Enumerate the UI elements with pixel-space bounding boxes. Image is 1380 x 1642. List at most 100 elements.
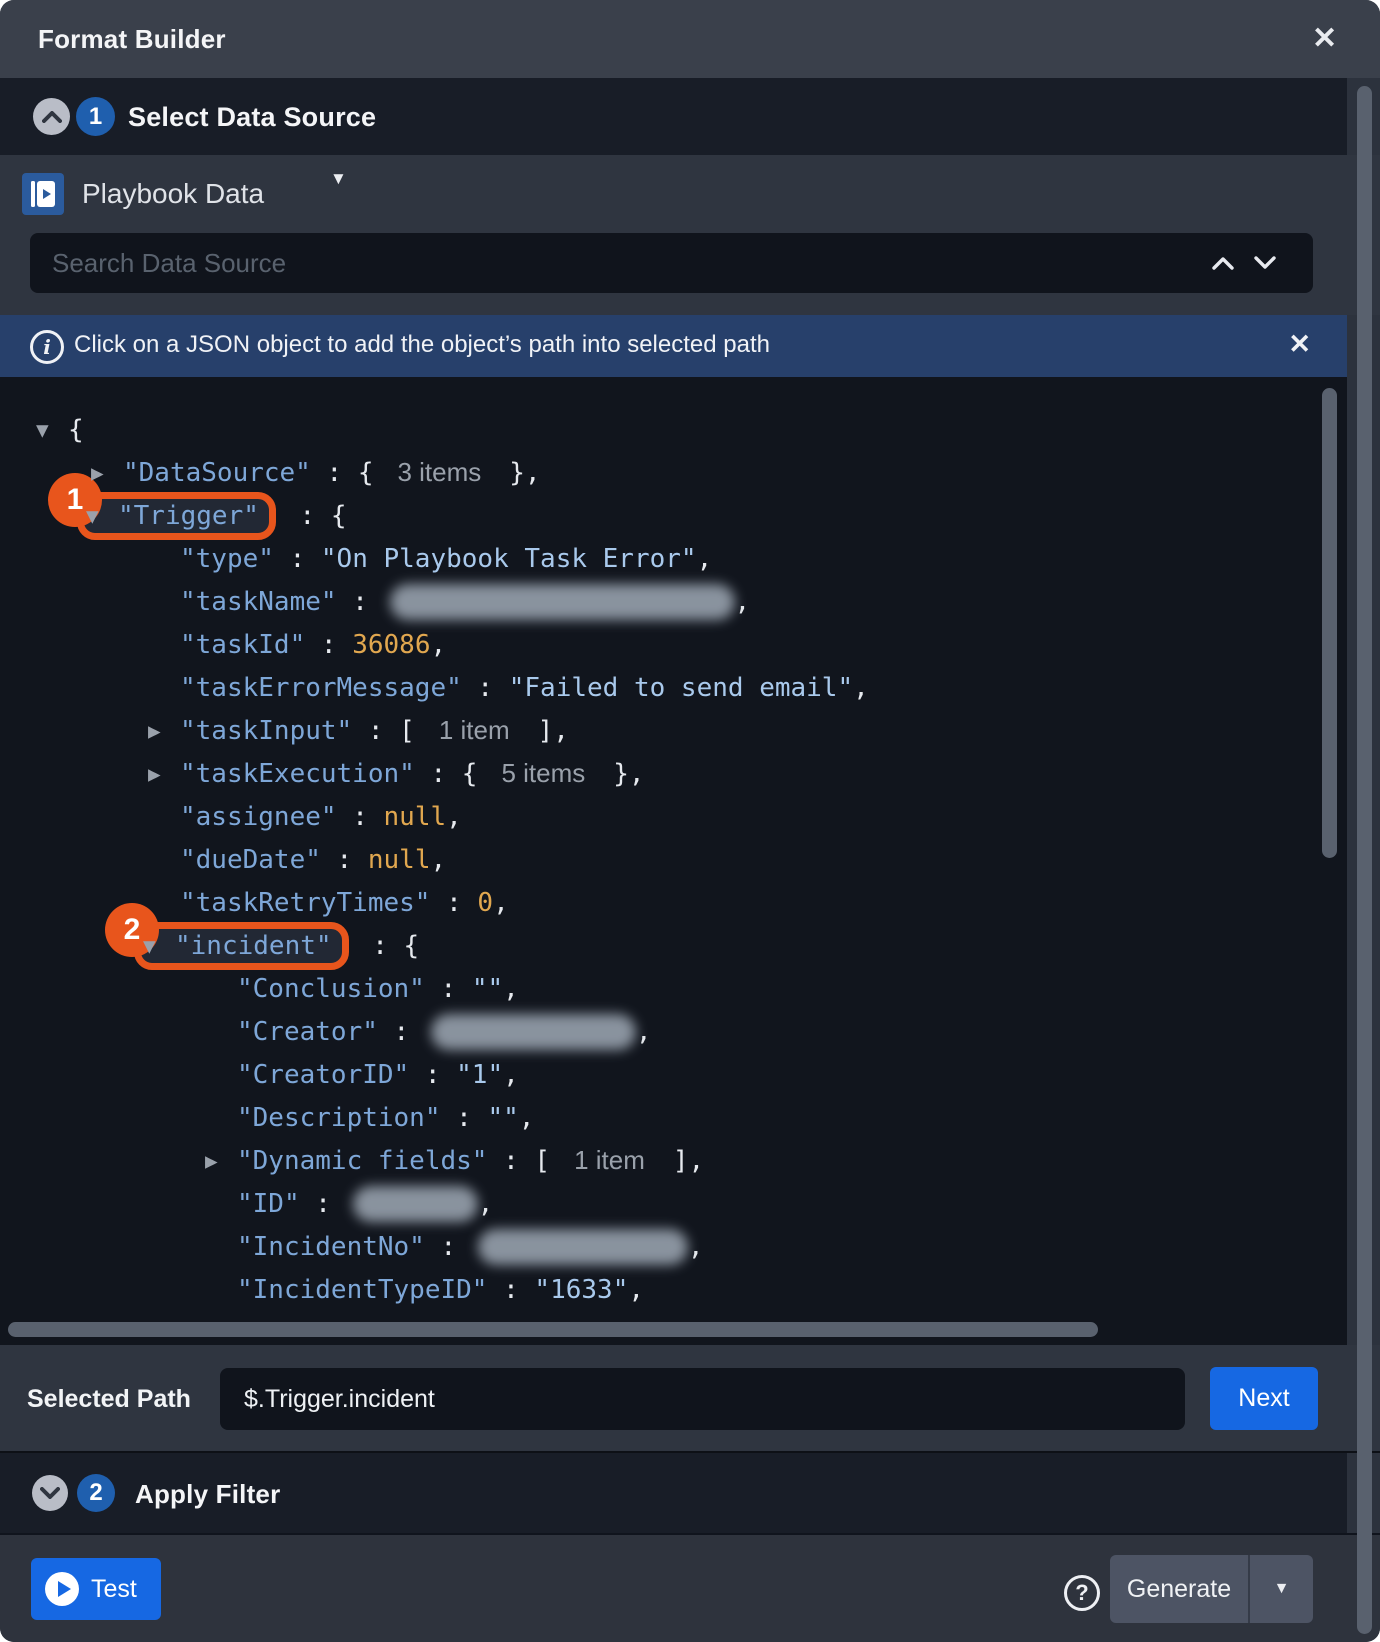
search-box [30,233,1313,293]
horizontal-scrollbar[interactable] [8,1322,1098,1337]
title-bar: Format Builder ✕ [0,0,1380,78]
selected-path-input[interactable] [220,1368,1185,1430]
json-line-Dynamic fields[interactable]: ▶"Dynamic fields" : [1 item], [0,1139,1347,1182]
section-2-title: Apply Filter [135,1479,280,1510]
json-key: "taskId" [180,630,305,660]
generate-button[interactable]: Generate [1110,1555,1248,1623]
chevron-down-icon[interactable] [1253,256,1277,270]
section-select-data-source-header: 1 Select Data Source [0,78,1347,155]
redacted-value [353,1186,478,1222]
footer-bar: Test ? Generate ▼ [0,1533,1380,1642]
expand-triangle-icon[interactable]: ▶ [148,719,180,743]
json-key: "IncidentTypeID" [237,1275,487,1305]
json-value: "1633" [534,1275,628,1305]
json-line-taskInput[interactable]: ▶"taskInput" : [1 item], [0,709,1347,752]
test-button[interactable]: Test [31,1558,161,1620]
json-value: "1" [456,1060,503,1090]
json-key: "assignee" [180,802,337,832]
json-line-taskId[interactable]: "taskId" : 36086, [0,623,1347,666]
json-line-ID[interactable]: "ID" : , [0,1182,1347,1225]
json-tree-panel: ▼{▶"DataSource" : {3 items},1▼"Trigger" … [0,377,1347,1345]
json-key: "taskExecution" [180,759,415,789]
json-vertical-scrollbar[interactable] [1322,388,1337,858]
json-key: "Dynamic fields" [237,1146,487,1176]
json-value: "On Playbook Task Error" [321,544,697,574]
collapse-triangle-icon[interactable]: ▼ [86,504,118,528]
chevron-up-icon[interactable] [1211,256,1235,270]
collapse-triangle-icon[interactable]: ▼ [143,934,175,958]
json-line-CreatorID[interactable]: "CreatorID" : "1", [0,1053,1347,1096]
collapsed-count-label: 5 items [501,758,585,789]
collapse-triangle-icon[interactable]: ▼ [36,418,68,442]
json-line-taskName[interactable]: "taskName" : , [0,580,1347,623]
section-apply-filter-header: 2 Apply Filter [0,1453,1347,1533]
json-line-assignee[interactable]: "assignee" : null, [0,795,1347,838]
annotation-highlight-ring: 2▼"incident" [134,922,349,970]
json-value: null [368,845,431,875]
json-key: "dueDate" [180,845,321,875]
json-line-Conclusion[interactable]: "Conclusion" : "", [0,967,1347,1010]
step-2-badge: 2 [77,1474,115,1512]
info-banner-text: Click on a JSON object to add the object… [74,331,770,359]
play-icon [45,1572,79,1606]
chevron-up-icon [42,111,62,123]
banner-close-icon[interactable]: ✕ [1288,329,1311,360]
json-key: "Trigger" [118,501,259,531]
json-line-taskExecution[interactable]: ▶"taskExecution" : {5 items}, [0,752,1347,795]
json-key: "taskInput" [180,716,352,746]
json-line-IncidentTypeID[interactable]: "IncidentTypeID" : "1633", [0,1268,1347,1311]
dialog-title: Format Builder [38,24,226,55]
playbook-icon [22,173,64,215]
json-key: "Conclusion" [237,974,425,1004]
section-select-data-source-content: Playbook Data ▼ [0,155,1380,315]
close-icon[interactable]: ✕ [1312,22,1337,56]
collapsed-count-label: 3 items [397,457,481,488]
json-line-type[interactable]: "type" : "On Playbook Task Error", [0,537,1347,580]
json-value: "" [472,974,503,1004]
annotation-highlight-ring: 1▼"Trigger" [77,492,276,540]
json-line-DataSource[interactable]: ▶"DataSource" : {3 items}, [0,451,1347,494]
json-key: "DataSource" [123,458,311,488]
json-value: 0 [477,888,493,918]
expand-triangle-icon[interactable]: ▶ [148,762,180,786]
step-1-badge: 1 [76,97,115,136]
json-line-taskRetryTimes[interactable]: "taskRetryTimes" : 0, [0,881,1347,924]
json-key: "IncidentNo" [237,1232,425,1262]
redacted-value [390,584,735,620]
json-lines: ▼{▶"DataSource" : {3 items},1▼"Trigger" … [0,377,1347,1311]
section-1-title: Select Data Source [128,102,376,133]
json-key: "type" [180,544,274,574]
json-line-IncidentNo[interactable]: "IncidentNo" : , [0,1225,1347,1268]
dropdown-caret-icon[interactable]: ▼ [330,169,347,189]
json-line-Creator[interactable]: "Creator" : , [0,1010,1347,1053]
help-icon[interactable]: ? [1064,1575,1100,1611]
json-key: "taskRetryTimes" [180,888,430,918]
test-button-label: Test [91,1575,137,1604]
json-line-root[interactable]: ▼{ [0,408,1347,451]
selected-path-label: Selected Path [27,1385,191,1414]
json-line-Trigger[interactable]: 1▼"Trigger" : { [0,494,1347,537]
expand-triangle-icon[interactable]: ▶ [205,1149,237,1173]
generate-button-group: Generate ▼ [1110,1555,1313,1623]
redacted-value [431,1014,636,1050]
info-banner: i Click on a JSON object to add the obje… [0,315,1347,377]
json-line-incident[interactable]: 2▼"incident" : { [0,924,1347,967]
collapse-section-button[interactable] [33,98,70,135]
json-key: "taskErrorMessage" [180,673,462,703]
json-key: "taskName" [180,587,337,617]
generate-dropdown-icon[interactable]: ▼ [1250,1555,1313,1623]
json-key: "ID" [237,1189,300,1219]
data-source-dropdown[interactable]: Playbook Data [22,172,264,216]
json-line-taskErrorMessage[interactable]: "taskErrorMessage" : "Failed to send ema… [0,666,1347,709]
chevron-down-icon [40,1487,60,1499]
expand-section-button[interactable] [32,1475,68,1511]
json-key: "Description" [237,1103,441,1133]
expand-triangle-icon[interactable]: ▶ [91,461,123,485]
json-line-Description[interactable]: "Description" : "", [0,1096,1347,1139]
json-value: "" [487,1103,518,1133]
collapsed-count-label: 1 item [574,1145,645,1176]
dialog-vertical-scrollbar[interactable] [1357,86,1372,1634]
search-input[interactable] [30,233,1313,293]
json-line-dueDate[interactable]: "dueDate" : null, [0,838,1347,881]
next-button[interactable]: Next [1210,1367,1318,1430]
